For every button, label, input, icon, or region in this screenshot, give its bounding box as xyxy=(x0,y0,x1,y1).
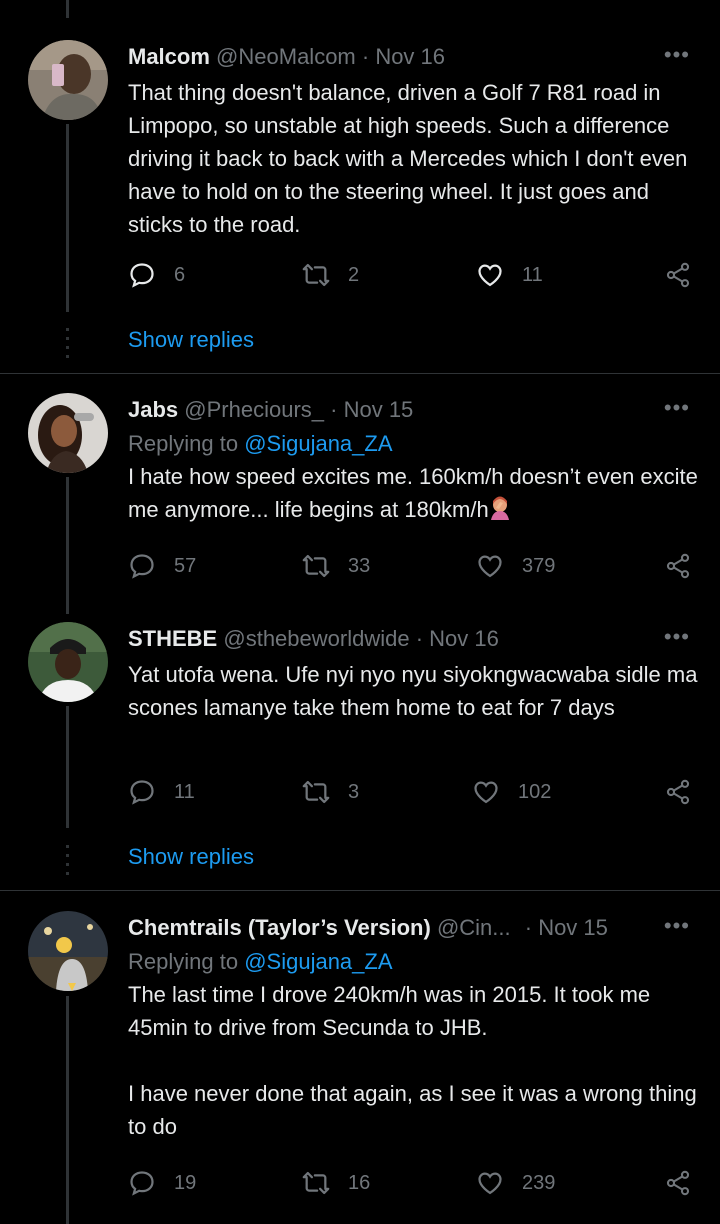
more-options-button[interactable]: ••• xyxy=(664,395,690,421)
show-replies-link[interactable]: Show replies xyxy=(128,844,254,870)
tweet-text: The last time I drove 240km/h was in 201… xyxy=(128,982,697,1139)
retweet-button[interactable]: 2 xyxy=(302,261,359,289)
tweet-text-content: I hate how speed excites me. 160km/h doe… xyxy=(128,464,705,522)
retweet-icon xyxy=(302,554,330,578)
share-icon xyxy=(666,1170,690,1196)
tweet-text: That thing doesn't balance, driven a Gol… xyxy=(128,80,694,237)
retweet-icon xyxy=(302,1171,330,1195)
divider-1 xyxy=(0,373,720,374)
tweet-text: I hate how speed excites me. 160km/h doe… xyxy=(128,460,698,526)
avatar-chemtrails[interactable] xyxy=(28,911,108,991)
display-name[interactable]: Malcom xyxy=(128,44,210,69)
like-count: 102 xyxy=(518,780,552,803)
tweet-actions: 6 2 11 xyxy=(128,261,698,293)
share-button[interactable] xyxy=(664,261,692,289)
heart-icon xyxy=(478,1172,502,1195)
heart-icon xyxy=(478,264,502,287)
retweet-count: 16 xyxy=(348,1171,371,1194)
tweet-actions: 57 33 379 xyxy=(128,552,698,584)
more-options-button[interactable]: ••• xyxy=(664,913,690,939)
heart-icon xyxy=(478,555,502,578)
display-name[interactable]: Chemtrails (Taylor’s Version) xyxy=(128,915,431,940)
retweet-count: 3 xyxy=(348,780,360,803)
thread-dots-1 xyxy=(66,328,69,362)
tweet-text: Yat utofa wena. Ufe nyi nyo nyu siyokngw… xyxy=(128,662,704,720)
tweet-date[interactable]: · Nov 16 xyxy=(362,44,445,69)
reply-button[interactable]: 19 xyxy=(128,1169,196,1197)
reply-button[interactable]: 6 xyxy=(128,261,185,289)
retweet-button[interactable]: 3 xyxy=(302,778,359,806)
reply-count: 57 xyxy=(174,554,197,577)
user-handle[interactable]: @Prheciours_ xyxy=(184,397,324,422)
share-icon xyxy=(666,779,690,805)
user-handle[interactable]: @NeoMalcom xyxy=(216,44,356,69)
replying-to-label: Replying to xyxy=(128,431,239,456)
like-count: 379 xyxy=(522,554,556,577)
reply-icon xyxy=(130,1171,154,1196)
reply-count: 6 xyxy=(174,263,186,286)
avatar-malcom[interactable] xyxy=(28,40,108,120)
tweet-header: Chemtrails (Taylor’s Version) @Cin... · … xyxy=(128,913,698,943)
replying-to-label: Replying to xyxy=(128,949,239,974)
thread-dots-3 xyxy=(66,845,69,879)
like-count: 11 xyxy=(522,263,543,286)
thread-line-top xyxy=(66,0,69,18)
share-icon xyxy=(666,553,690,579)
like-count: 239 xyxy=(522,1171,556,1194)
avatar-jabs[interactable] xyxy=(28,393,108,473)
user-handle[interactable]: @Cin... xyxy=(437,915,511,940)
reply-count: 19 xyxy=(174,1171,197,1194)
like-button[interactable]: 239 xyxy=(476,1169,555,1197)
thread-line-3 xyxy=(66,706,69,828)
retweet-button[interactable]: 16 xyxy=(302,1169,370,1197)
like-button[interactable]: 379 xyxy=(476,552,555,580)
like-button[interactable]: 11 xyxy=(476,261,543,289)
share-icon xyxy=(666,262,690,288)
reply-count: 11 xyxy=(174,780,195,803)
like-button[interactable]: 102 xyxy=(472,778,551,806)
tweet-date[interactable]: · Nov 15 xyxy=(525,915,608,940)
divider-2 xyxy=(0,890,720,891)
retweet-icon xyxy=(302,780,330,804)
reply-button[interactable]: 57 xyxy=(128,552,196,580)
user-handle[interactable]: @sthebeworldwide xyxy=(223,626,409,651)
heart-icon xyxy=(474,781,498,804)
display-name[interactable]: Jabs xyxy=(128,397,178,422)
tweet-sthebe[interactable]: STHEBE @sthebeworldwide · Nov 16 Yat uto… xyxy=(128,624,698,724)
display-name[interactable]: STHEBE xyxy=(128,626,217,651)
thread-line-4 xyxy=(66,996,69,1224)
retweet-button[interactable]: 33 xyxy=(302,552,370,580)
tweet-jabs[interactable]: Jabs @Prheciours_ · Nov 15 Replying to @… xyxy=(128,395,698,526)
reply-icon xyxy=(130,554,154,579)
show-replies-link[interactable]: Show replies xyxy=(128,327,254,353)
tweet-header: STHEBE @sthebeworldwide · Nov 16 xyxy=(128,624,698,654)
retweet-count: 2 xyxy=(348,263,360,286)
tweet-header: Malcom @NeoMalcom · Nov 16 xyxy=(128,42,698,72)
more-options-button[interactable]: ••• xyxy=(664,624,690,650)
reply-icon xyxy=(130,263,154,288)
replying-to: Replying to @Sigujana_ZA xyxy=(128,427,698,460)
tweet-actions: 11 3 102 xyxy=(128,778,698,810)
thread-line-2 xyxy=(66,477,69,614)
share-button[interactable] xyxy=(664,778,692,806)
share-button[interactable] xyxy=(664,1169,692,1197)
tweet-actions: 19 16 239 xyxy=(128,1169,698,1201)
reply-button[interactable]: 11 xyxy=(128,778,195,806)
tweet-date[interactable]: · Nov 15 xyxy=(330,397,413,422)
replying-to-handle[interactable]: @Sigujana_ZA xyxy=(244,949,392,974)
share-button[interactable] xyxy=(664,552,692,580)
more-options-button[interactable]: ••• xyxy=(664,42,690,68)
tweet-chemtrails[interactable]: Chemtrails (Taylor’s Version) @Cin... · … xyxy=(128,913,698,1143)
thread-line-1 xyxy=(66,124,69,312)
retweet-count: 33 xyxy=(348,554,371,577)
tweet-malcom[interactable]: Malcom @NeoMalcom · Nov 16 That thing do… xyxy=(128,42,698,241)
facepalm-emoji-icon xyxy=(490,496,509,520)
replying-to-handle[interactable]: @Sigujana_ZA xyxy=(244,431,392,456)
tweet-header: Jabs @Prheciours_ · Nov 15 xyxy=(128,395,698,425)
avatar-sthebe[interactable] xyxy=(28,622,108,702)
reply-icon xyxy=(130,780,154,805)
replying-to: Replying to @Sigujana_ZA xyxy=(128,945,698,978)
retweet-icon xyxy=(302,263,330,287)
tweet-date[interactable]: · Nov 16 xyxy=(416,626,499,651)
